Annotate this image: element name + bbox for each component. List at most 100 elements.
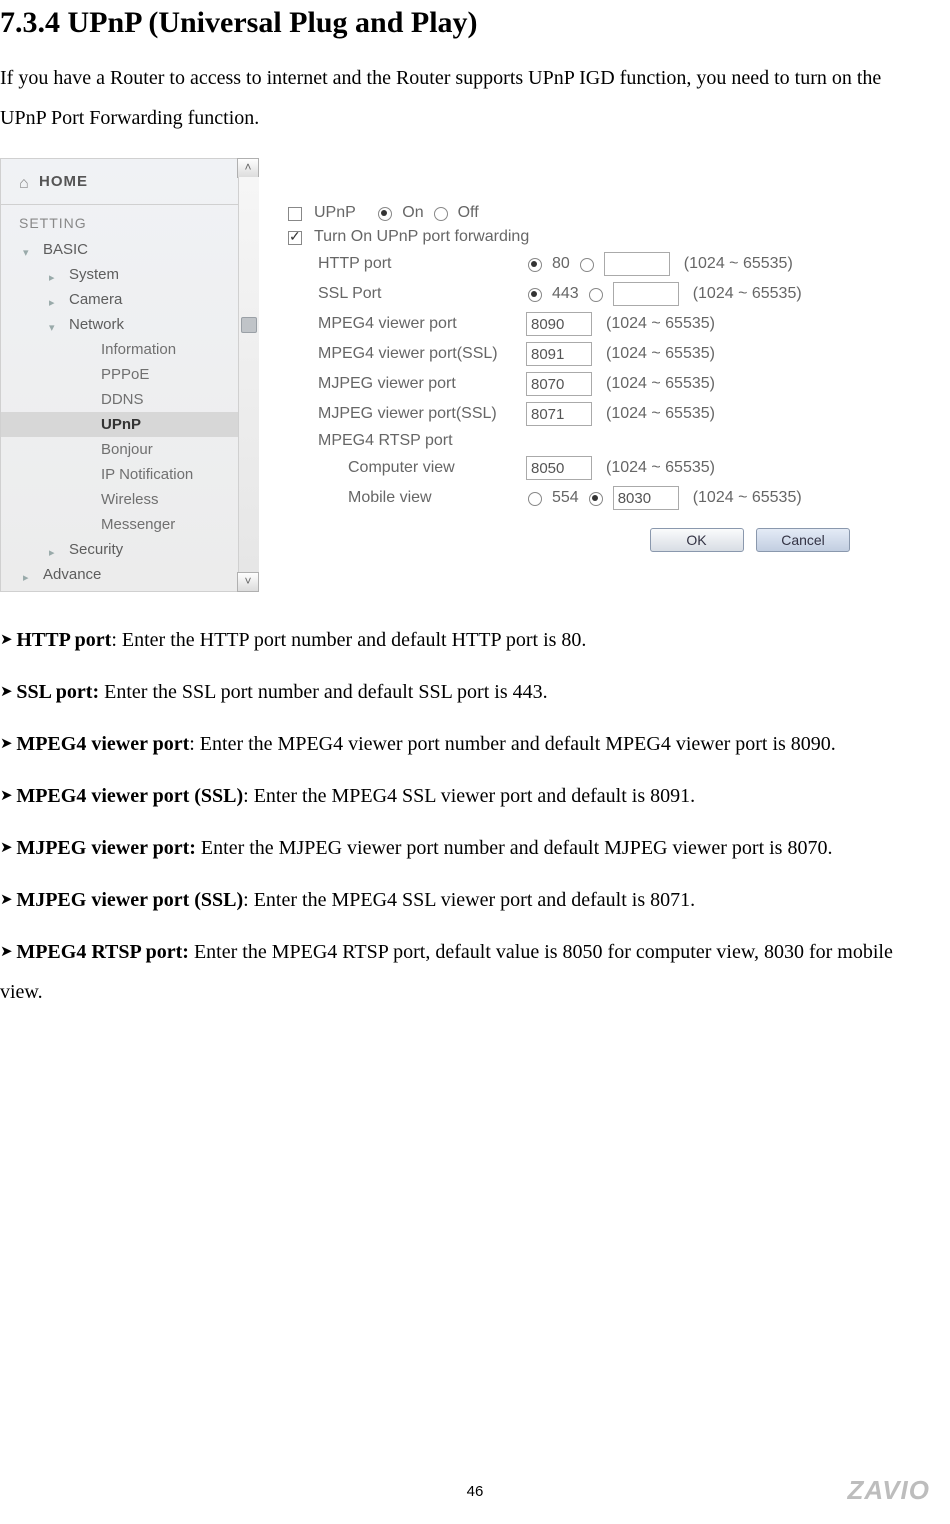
mjpeg-port-row: MJPEG viewer port (1024 ~ 65535)	[288, 372, 910, 396]
mpeg4-port-row: MPEG4 viewer port (1024 ~ 65535)	[288, 312, 910, 336]
mjpeg-ssl-port-row: MJPEG viewer port(SSL) (1024 ~ 65535)	[288, 402, 910, 426]
home-icon	[19, 175, 33, 189]
mjpeg-ssl-port-label: MJPEG viewer port(SSL)	[288, 405, 518, 423]
scroll-up-icon[interactable]: ˄	[237, 158, 259, 178]
tree-leaf-icon	[23, 568, 37, 582]
mpeg4-port-input[interactable]	[526, 312, 592, 336]
ssl-port-default-value: 443	[552, 285, 579, 303]
sidebar-home[interactable]: HOME	[1, 159, 257, 205]
sidebar-home-label: HOME	[39, 173, 88, 190]
sidebar-item-basic[interactable]: BASIC	[1, 237, 257, 262]
desc-mpeg4: MPEG4 viewer port: Enter the MPEG4 viewe…	[0, 724, 910, 764]
ssl-port-input[interactable]	[613, 282, 679, 306]
desc-mjpeg-ssl: MJPEG viewer port (SSL): Enter the MPEG4…	[0, 880, 910, 920]
mjpeg-ssl-port-input[interactable]	[526, 402, 592, 426]
mobile-view-default-radio[interactable]	[528, 492, 542, 506]
upnp-off-radio[interactable]	[434, 207, 448, 221]
page-number: 46	[0, 1483, 950, 1500]
description-list: HTTP port: Enter the HTTP port number an…	[0, 620, 910, 1012]
sidebar-item-information[interactable]: Information	[1, 337, 257, 362]
upnp-on-label: On	[402, 204, 423, 222]
scroll-down-icon[interactable]: ˅	[237, 572, 259, 592]
turn-on-forwarding-checkbox[interactable]	[288, 231, 302, 245]
mobile-view-label: Mobile view	[318, 489, 518, 507]
sidebar-item-label: Network	[69, 316, 124, 333]
computer-view-range: (1024 ~ 65535)	[606, 459, 715, 477]
computer-view-label: Computer view	[318, 459, 518, 477]
mpeg4-ssl-port-range: (1024 ~ 65535)	[606, 345, 715, 363]
upnp-toggle-row: UPnP On Off	[288, 204, 910, 222]
cancel-button[interactable]: Cancel	[756, 528, 850, 552]
mpeg4-port-range: (1024 ~ 65535)	[606, 315, 715, 333]
sidebar-item-bonjour[interactable]: Bonjour	[1, 437, 257, 462]
mobile-view-row: Mobile view 554 (1024 ~ 65535)	[288, 486, 910, 510]
desc-http: HTTP port: Enter the HTTP port number an…	[0, 620, 910, 660]
sidebar-item-wireless[interactable]: Wireless	[1, 487, 257, 512]
sidebar-item-ip-notification[interactable]: IP Notification	[1, 462, 257, 487]
upnp-label: UPnP	[314, 204, 356, 222]
button-row: OK Cancel	[288, 528, 910, 552]
computer-view-row: Computer view (1024 ~ 65535)	[288, 456, 910, 480]
http-port-row: HTTP port 80 (1024 ~ 65535)	[288, 252, 910, 276]
upnp-on-radio[interactable]	[378, 207, 392, 221]
sidebar-item-camera[interactable]: Camera	[1, 287, 257, 312]
sidebar-item-label: Camera	[69, 291, 122, 308]
mjpeg-port-label: MJPEG viewer port	[288, 375, 518, 393]
ssl-port-label: SSL Port	[288, 285, 518, 303]
rtsp-header-row: MPEG4 RTSP port	[288, 432, 910, 450]
sidebar-item-upnp[interactable]: UPnP	[1, 412, 257, 437]
ssl-port-default-radio[interactable]	[528, 288, 542, 302]
sidebar-item-label: System	[69, 266, 119, 283]
upnp-screenshot-figure: ˄ HOME SETTING BASIC System Camera Ne	[0, 158, 910, 592]
mobile-view-default-value: 554	[552, 489, 579, 507]
ssl-port-custom-radio[interactable]	[589, 288, 603, 302]
desc-mpeg4-ssl: MPEG4 viewer port (SSL): Enter the MPEG4…	[0, 776, 910, 816]
mpeg4-port-label: MPEG4 viewer port	[288, 315, 518, 333]
mobile-view-input[interactable]	[613, 486, 679, 510]
tree-leaf-icon	[49, 293, 63, 307]
http-port-default-value: 80	[552, 255, 570, 273]
sidebar-item-security[interactable]: Security	[1, 537, 257, 562]
mpeg4-ssl-port-row: MPEG4 viewer port(SSL) (1024 ~ 65535)	[288, 342, 910, 366]
http-port-range: (1024 ~ 65535)	[684, 255, 793, 273]
mjpeg-port-range: (1024 ~ 65535)	[606, 375, 715, 393]
settings-sidebar: ˄ HOME SETTING BASIC System Camera Ne	[0, 158, 258, 592]
sidebar-item-label: Security	[69, 541, 123, 558]
sidebar-item-system[interactable]: System	[1, 262, 257, 287]
tree-expanded-icon	[23, 243, 37, 257]
mobile-view-range: (1024 ~ 65535)	[693, 489, 802, 507]
mjpeg-port-input[interactable]	[526, 372, 592, 396]
tree-leaf-icon	[49, 543, 63, 557]
sidebar-item-pppoe[interactable]: PPPoE	[1, 362, 257, 387]
sidebar-item-ddns[interactable]: DDNS	[1, 387, 257, 412]
tree-expanded-icon	[49, 318, 63, 332]
intro-paragraph: If you have a Router to access to intern…	[0, 58, 910, 138]
scrollbar-thumb[interactable]	[241, 317, 257, 333]
mpeg4-ssl-port-input[interactable]	[526, 342, 592, 366]
http-port-custom-radio[interactable]	[580, 258, 594, 272]
desc-ssl: SSL port: Enter the SSL port number and …	[0, 672, 910, 712]
sidebar-setting-header: SETTING	[1, 205, 257, 237]
http-port-input[interactable]	[604, 252, 670, 276]
tree-leaf-icon	[49, 268, 63, 282]
sidebar-item-messenger[interactable]: Messenger	[1, 512, 257, 537]
rtsp-header-label: MPEG4 RTSP port	[288, 432, 518, 450]
mobile-view-custom-radio[interactable]	[589, 492, 603, 506]
computer-view-input[interactable]	[526, 456, 592, 480]
upnp-off-label: Off	[458, 204, 479, 222]
mpeg4-ssl-port-label: MPEG4 viewer port(SSL)	[288, 345, 518, 363]
ok-button[interactable]: OK	[650, 528, 744, 552]
zavio-logo: ZAVIO	[847, 1475, 930, 1506]
sidebar-scrollbar[interactable]	[238, 177, 259, 573]
upnp-settings-panel: UPnP On Off Turn On UPnP port forwarding…	[288, 158, 910, 592]
sidebar-item-network[interactable]: Network	[1, 312, 257, 337]
sidebar-item-advance[interactable]: Advance	[1, 562, 257, 587]
http-port-default-radio[interactable]	[528, 258, 542, 272]
http-port-label: HTTP port	[288, 255, 518, 273]
sidebar-item-label: Advance	[43, 566, 101, 583]
desc-mjpeg: MJPEG viewer port: Enter the MJPEG viewe…	[0, 828, 910, 868]
sidebar-item-label: BASIC	[43, 241, 88, 258]
ssl-port-row: SSL Port 443 (1024 ~ 65535)	[288, 282, 910, 306]
bullet-icon	[288, 207, 302, 221]
ssl-port-range: (1024 ~ 65535)	[693, 285, 802, 303]
